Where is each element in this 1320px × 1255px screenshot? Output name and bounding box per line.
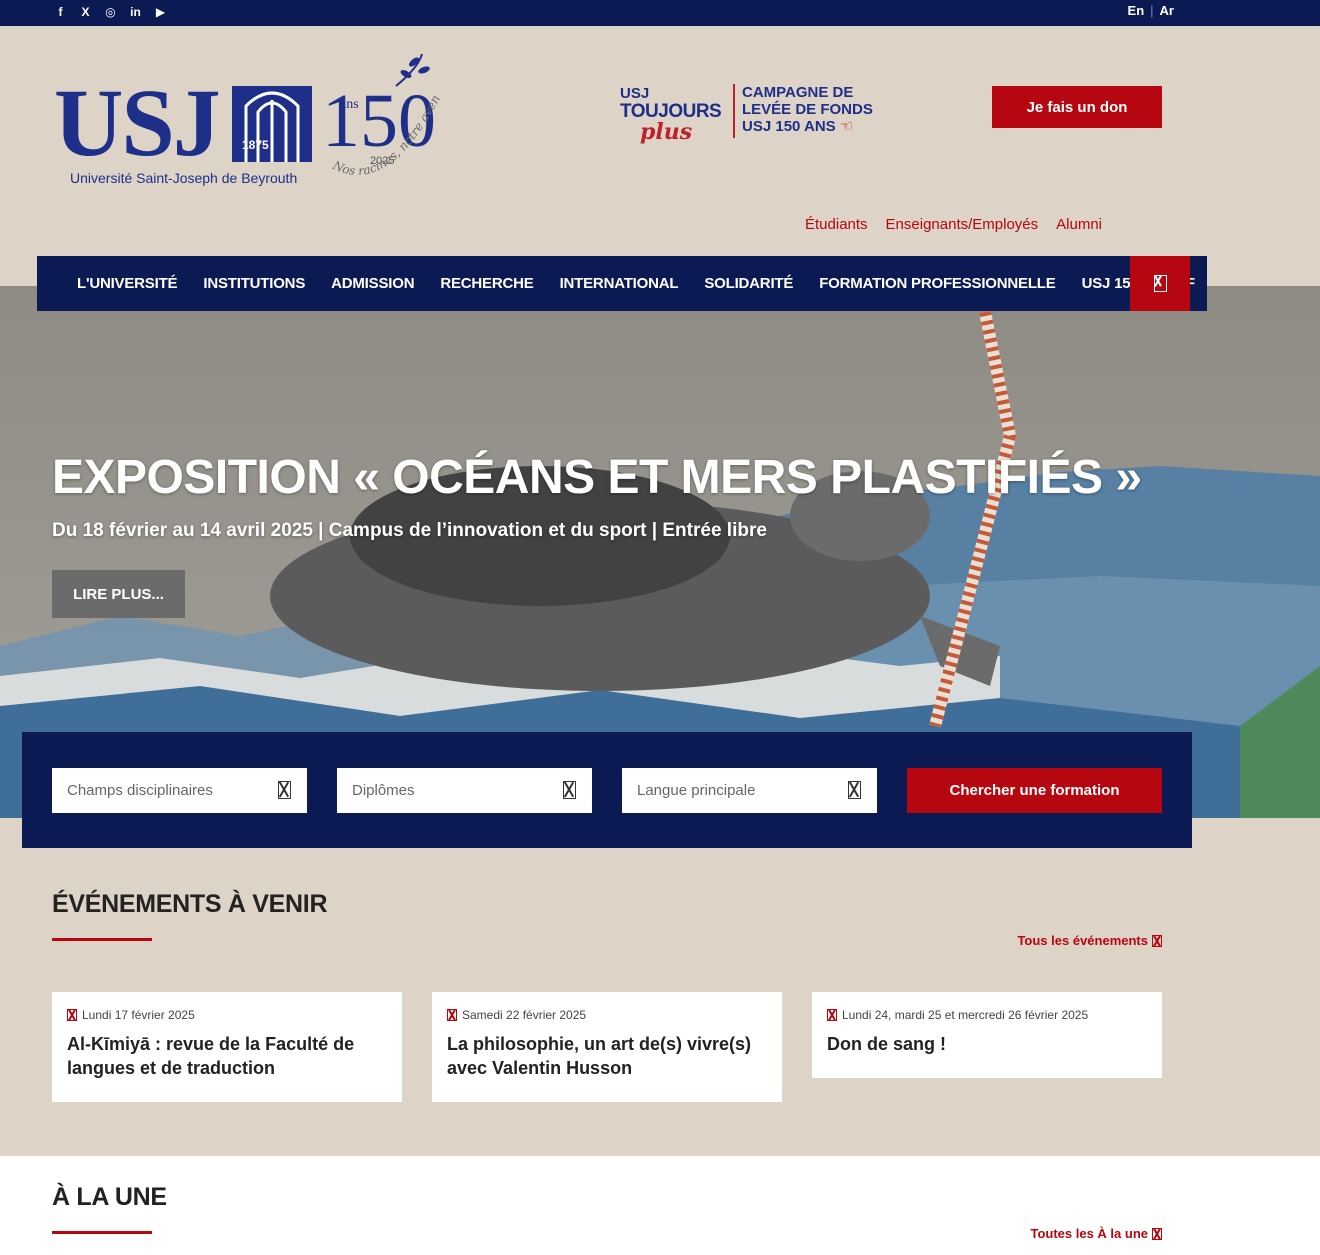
- arrow-icon: [1152, 1227, 1162, 1240]
- disciplines-select[interactable]: Champs disciplinaires: [52, 768, 307, 813]
- fundraising-campaign-logo[interactable]: USJ TOUJOURS plus CAMPAGNE DE LEVÉE DE F…: [620, 82, 882, 162]
- nav-item-admission[interactable]: ADMISSION: [331, 275, 414, 292]
- formation-search-panel: Champs disciplinaires Diplômes Langue pr…: [22, 732, 1192, 848]
- hero-subtitle: Du 18 février au 14 avril 2025 | Campus …: [52, 520, 767, 541]
- arrow-icon: [1152, 934, 1162, 947]
- language-switcher: En | Ar: [1128, 3, 1174, 18]
- top-bar: f X ◎ in ▶ En | Ar: [0, 0, 1320, 26]
- dropdown-icon: [278, 781, 291, 799]
- campaign-plus: plus: [640, 119, 693, 145]
- facebook-icon[interactable]: f: [52, 3, 69, 20]
- anniv-ans: ans: [340, 97, 359, 112]
- all-events-link[interactable]: Tous les événements: [1017, 933, 1162, 948]
- disciplines-select-label: Champs disciplinaires: [67, 782, 213, 799]
- campaign-line-1: CAMPAGNE DE: [742, 84, 854, 101]
- campaign-line-3: USJ 150 ANS ☜: [742, 118, 854, 135]
- diplomas-select-label: Diplômes: [352, 782, 415, 799]
- social-links: f X ◎ in ▶: [52, 3, 169, 20]
- instagram-icon[interactable]: ◎: [102, 3, 119, 20]
- calendar-icon: [67, 1009, 77, 1021]
- search-formation-button[interactable]: Chercher une formation: [907, 768, 1162, 813]
- events-heading-underline: [52, 938, 152, 941]
- headlines-heading: À LA UNE: [52, 1183, 167, 1211]
- headlines-heading-underline: [52, 1231, 152, 1234]
- logo-year: 1875: [242, 138, 269, 152]
- lang-ar-link[interactable]: Ar: [1160, 3, 1174, 18]
- search-icon: [1153, 275, 1167, 292]
- calendar-icon: [447, 1009, 457, 1021]
- hero-title: EXPOSITION « OCÉANS ET MERS PLASTIFIÉS »: [52, 451, 1142, 504]
- campaign-line-2: LEVÉE DE FONDS: [742, 101, 873, 118]
- campaign-usj: USJ: [620, 85, 650, 102]
- event-date: Lundi 24, mardi 25 et mercredi 26 févrie…: [827, 1008, 1147, 1022]
- audience-links: Étudiants Enseignants/Employés Alumni: [805, 216, 1102, 233]
- alumni-link[interactable]: Alumni: [1056, 216, 1102, 233]
- anniversary-logo: 150 ans 2025 Nos racines, notre avenir: [315, 37, 448, 188]
- event-date: Samedi 22 février 2025: [447, 1008, 767, 1022]
- dropdown-icon: [563, 781, 576, 799]
- diplomas-select[interactable]: Diplômes: [337, 768, 592, 813]
- event-card[interactable]: Samedi 22 février 2025 La philosophie, u…: [432, 992, 782, 1102]
- event-title[interactable]: Al-Kīmiyā : revue de la Faculté de langu…: [67, 1032, 387, 1080]
- students-link[interactable]: Étudiants: [805, 216, 868, 233]
- dropdown-icon: [848, 781, 861, 799]
- language-select-label: Langue principale: [637, 782, 756, 799]
- staff-link[interactable]: Enseignants/Employés: [886, 216, 1039, 233]
- nav-item-institutions[interactable]: INSTITUTIONS: [203, 275, 305, 292]
- donate-button[interactable]: Je fais un don: [992, 86, 1162, 128]
- event-title[interactable]: La philosophie, un art de(s) vivre(s) av…: [447, 1032, 767, 1080]
- nav-item-recherche[interactable]: RECHERCHE: [440, 275, 533, 292]
- nav-item-universite[interactable]: L'UNIVERSITÉ: [77, 275, 178, 292]
- lang-en-link[interactable]: En: [1128, 3, 1145, 18]
- linkedin-icon[interactable]: in: [127, 3, 144, 20]
- event-date: Lundi 17 février 2025: [67, 1008, 387, 1022]
- x-icon[interactable]: X: [77, 3, 94, 20]
- main-navigation: L'UNIVERSITÉ INSTITUTIONS ADMISSION RECH…: [37, 256, 1207, 311]
- event-card[interactable]: Lundi 24, mardi 25 et mercredi 26 févrie…: [812, 992, 1162, 1078]
- usj-logo[interactable]: USJ 1875: [54, 69, 314, 176]
- campaign-divider: [733, 84, 735, 138]
- hand-icon: ☜: [839, 118, 854, 135]
- read-more-button[interactable]: LIRE PLUS...: [52, 570, 185, 618]
- all-headlines-link[interactable]: Toutes les À la une: [1030, 1226, 1162, 1241]
- events-heading: ÉVÉNEMENTS À VENIR: [52, 890, 328, 918]
- campaign-wordmark: USJ TOUJOURS plus: [620, 85, 732, 145]
- calendar-icon: [827, 1009, 837, 1021]
- logo-subtitle: Université Saint-Joseph de Beyrouth: [70, 170, 298, 186]
- youtube-icon[interactable]: ▶: [152, 3, 169, 20]
- nav-item-formation-pro[interactable]: FORMATION PROFESSIONNELLE: [819, 275, 1056, 292]
- nav-item-international[interactable]: INTERNATIONAL: [560, 275, 679, 292]
- nav-item-solidarite[interactable]: SOLIDARITÉ: [704, 275, 793, 292]
- language-select[interactable]: Langue principale: [622, 768, 877, 813]
- campaign-text: CAMPAGNE DE LEVÉE DE FONDS USJ 150 ANS ☜: [742, 84, 873, 135]
- event-card[interactable]: Lundi 17 février 2025 Al-Kīmiyā : revue …: [52, 992, 402, 1102]
- lang-separator: |: [1150, 3, 1154, 18]
- event-title[interactable]: Don de sang !: [827, 1032, 1147, 1056]
- search-button[interactable]: [1130, 256, 1190, 311]
- logo-wordmark: USJ: [54, 69, 221, 176]
